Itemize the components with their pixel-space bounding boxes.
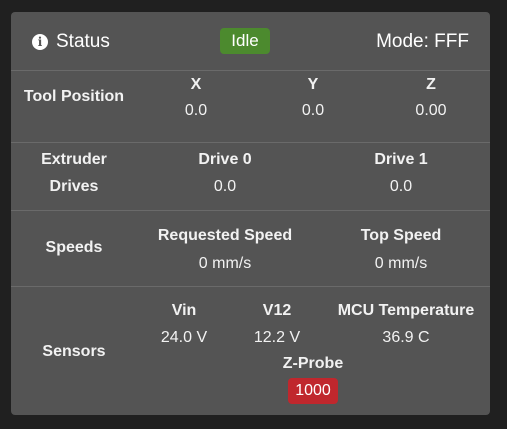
- drive-0-label: Drive 0: [198, 151, 252, 168]
- mcu-temperature-label: MCU Temperature: [337, 302, 475, 319]
- tool-position-label: Tool Position: [23, 88, 125, 105]
- drive-1-value: 0.0: [389, 178, 413, 195]
- v12-value: 12.2 V: [253, 329, 301, 346]
- status-badge: Idle: [220, 28, 270, 54]
- axis-x-label: X: [190, 76, 202, 93]
- extruder-drives-label-line1: Extruder: [41, 151, 107, 168]
- axis-x-value: 0.0: [184, 102, 208, 119]
- divider: [11, 210, 490, 211]
- axis-y-value: 0.0: [301, 102, 325, 119]
- z-probe-label: Z-Probe: [282, 355, 344, 372]
- speeds-label: Speeds: [45, 239, 103, 256]
- status-header: i Status Idle Mode: FFF: [11, 12, 490, 70]
- top-speed-label: Top Speed: [360, 227, 442, 244]
- info-icon: i: [32, 34, 48, 50]
- drive-1-label: Drive 1: [374, 151, 428, 168]
- status-title: i Status: [32, 30, 110, 54]
- axis-y-label: Y: [307, 76, 319, 93]
- z-probe-value-badge: 1000: [288, 378, 338, 404]
- top-speed-value: 0 mm/s: [374, 255, 428, 272]
- divider: [11, 142, 490, 143]
- mode-indicator: Mode: FFF: [376, 31, 469, 52]
- status-panel: i Status Idle Mode: FFF Tool Position X …: [11, 12, 490, 415]
- axis-z-label: Z: [426, 76, 436, 93]
- mcu-temperature-value: 36.9 C: [382, 329, 430, 346]
- requested-speed-value: 0 mm/s: [198, 255, 252, 272]
- sensors-label: Sensors: [42, 343, 106, 360]
- vin-label: Vin: [171, 302, 197, 319]
- axis-z-value: 0.00: [415, 102, 447, 119]
- drive-0-value: 0.0: [213, 178, 237, 195]
- divider: [11, 70, 490, 71]
- vin-value: 24.0 V: [160, 329, 208, 346]
- requested-speed-label: Requested Speed: [157, 227, 293, 244]
- divider: [11, 286, 490, 287]
- status-title-text: Status: [56, 31, 110, 52]
- v12-label: V12: [262, 302, 292, 319]
- extruder-drives-label-line2: Drives: [49, 178, 99, 195]
